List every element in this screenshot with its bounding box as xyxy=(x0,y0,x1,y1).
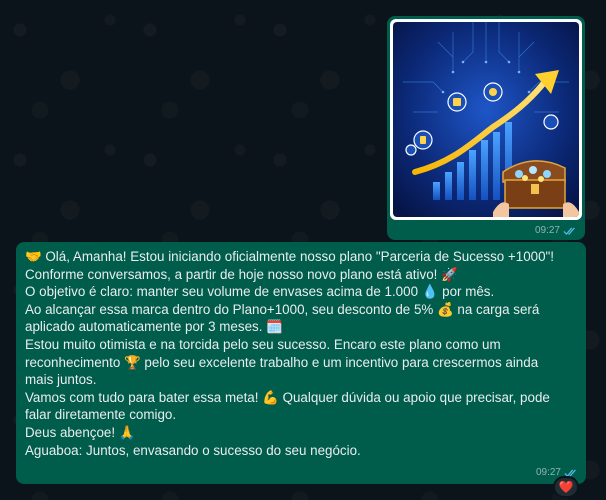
message-line: 🤝 Olá, Amanha! Estou iniciando oficialme… xyxy=(25,249,555,264)
message-line: O objetivo é claro: manter seu volume de… xyxy=(25,284,495,300)
image-message-time: 09:27 xyxy=(534,225,560,236)
message-line: mais juntos. xyxy=(25,372,97,388)
message-line: Aguaboa: Juntos, envasando o sucesso do … xyxy=(25,442,361,458)
message-line: Conforme conversamos, a partir de hoje n… xyxy=(25,266,458,282)
message-line: aplicado automaticamente por 3 meses. 🗓️ xyxy=(25,319,283,335)
image-frame[interactable] xyxy=(390,19,582,220)
double-check-icon xyxy=(563,227,575,235)
heart-icon: ❤️ xyxy=(558,480,574,494)
text-message-time: 09:27 xyxy=(535,467,561,478)
text-message-bubble[interactable]: 🤝 Olá, Amanha! Estou iniciando oficialme… xyxy=(16,242,586,484)
message-line: reconhecimento 🏆 pelo seu excelente trab… xyxy=(25,354,539,370)
treasure-chest-graphic xyxy=(502,160,566,209)
message-line: Ao alcançar essa marca dentro do Plano+1… xyxy=(25,301,540,317)
message-line: Vamos com tudo para bater essa meta! 💪 Q… xyxy=(25,389,550,405)
image-message-meta: 09:27 xyxy=(535,225,577,236)
message-line: falar diretamente comigo. xyxy=(25,407,177,423)
heart-reaction[interactable]: ❤️ xyxy=(553,476,579,498)
message-line: Estou muito otimista e na torcida pelo s… xyxy=(25,336,501,352)
growth-chart-image[interactable] xyxy=(393,22,579,217)
message-line: Deus abençoe! 🙏 xyxy=(25,424,136,440)
image-message-bubble[interactable]: 09:27 xyxy=(387,16,585,240)
